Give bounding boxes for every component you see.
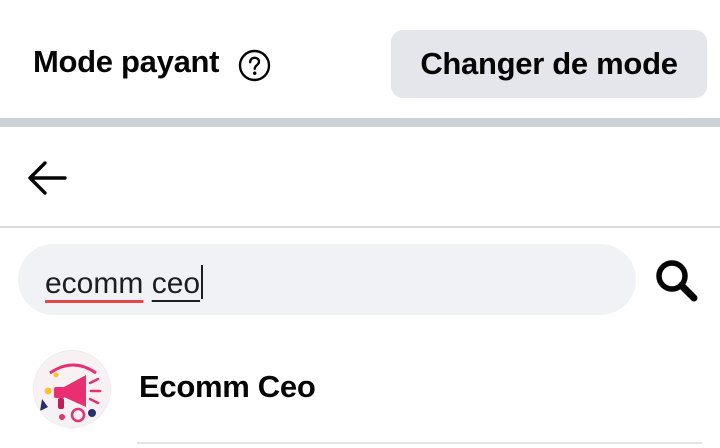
avatar [33, 350, 111, 428]
header-bar: Mode payant Changer de mode [0, 0, 720, 118]
mode-title: Mode payant [33, 44, 220, 79]
help-icon[interactable] [238, 49, 271, 82]
result-name: Ecomm Ceo [139, 369, 316, 404]
section-divider [0, 118, 720, 127]
search-input[interactable]: ecomm ceo [18, 244, 636, 315]
text-caret [201, 265, 204, 299]
toolbar-divider [0, 226, 720, 228]
megaphone-logo-icon [34, 351, 110, 427]
list-divider [137, 442, 702, 444]
search-icon[interactable] [653, 257, 699, 303]
search-result-item[interactable]: Ecomm Ceo [0, 338, 720, 448]
change-mode-button[interactable]: Changer de mode [391, 30, 707, 98]
search-query-word-misspelled: ecomm [45, 267, 144, 300]
back-arrow-icon[interactable] [26, 158, 70, 198]
search-query[interactable]: ecomm ceo [45, 265, 204, 301]
search-query-word-active: ceo [151, 267, 201, 300]
